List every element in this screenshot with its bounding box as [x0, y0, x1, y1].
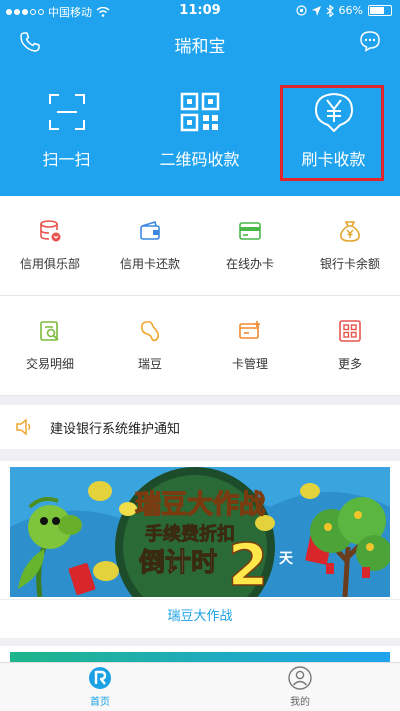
- ruidou-button[interactable]: 瑞豆: [100, 296, 200, 395]
- ruidou-label: 瑞豆: [137, 357, 162, 371]
- highlight-box: [280, 85, 384, 181]
- bean-icon: [141, 320, 160, 342]
- database-icon: [40, 220, 61, 242]
- credit-club-button[interactable]: 信用俱乐部: [0, 196, 100, 295]
- credit-repayment-button[interactable]: 信用卡还款: [100, 196, 200, 295]
- chat-icon[interactable]: [358, 29, 382, 53]
- transactions-label: 交易明细: [25, 357, 74, 371]
- qr-code-icon: [180, 92, 219, 132]
- card-management-label: 卡管理: [231, 357, 268, 371]
- more-button[interactable]: 更多: [300, 296, 400, 395]
- banner-line2: 倒计时: [138, 548, 217, 578]
- credit-repayment-label: 信用卡还款: [119, 257, 180, 271]
- banner-days: 2: [228, 531, 268, 597]
- feature-row: 信用俱乐部 信用卡还款 在线办卡 银行卡余额: [0, 196, 400, 296]
- feature-grid: 信用俱乐部 信用卡还款 在线办卡 银行卡余额 交易明细 瑞豆 卡管理 更多: [0, 196, 400, 396]
- apply-card-button[interactable]: 在线办卡: [200, 196, 300, 295]
- transactions-button[interactable]: 交易明细: [0, 296, 100, 395]
- tab-home[interactable]: 首页: [0, 663, 200, 711]
- qr-payment-label: 二维码收款: [159, 150, 240, 169]
- tab-bar: 首页 我的: [0, 662, 400, 711]
- tab-mine[interactable]: 我的: [200, 663, 400, 711]
- wallet-icon: [140, 220, 160, 240]
- hero-panel: 中国移动 11:09 66% 瑞和宝 扫一扫 二维码收款 刷卡收款: [0, 0, 400, 196]
- battery-percent: 66%: [338, 4, 363, 17]
- apply-card-label: 在线办卡: [225, 257, 274, 271]
- tab-home-label: 首页: [90, 697, 110, 708]
- location-icon: [311, 5, 321, 16]
- promo-artwork: 瑞豆大作战 手续费折扣 倒计时 2 天: [10, 467, 390, 597]
- rotation-lock-icon: [295, 5, 307, 16]
- more-label: 更多: [337, 357, 362, 371]
- promo-card: 瑞豆大作战 手续费折扣 倒计时 2 天 瑞豆大作战: [0, 461, 400, 638]
- card-add-icon: [239, 321, 260, 339]
- banner-line1: 手续费折扣: [145, 523, 235, 545]
- battery-icon: [368, 5, 392, 16]
- promo-banner[interactable]: 瑞豆大作战 手续费折扣 倒计时 2 天: [10, 467, 390, 597]
- page-title: 瑞和宝: [174, 37, 226, 57]
- banner-caption[interactable]: 瑞豆大作战: [0, 599, 400, 633]
- user-icon: [288, 666, 312, 690]
- grid-more-icon: [339, 320, 361, 342]
- scan-label: 扫一扫: [42, 150, 91, 169]
- home-r-icon: [89, 667, 111, 689]
- scan-button[interactable]: 扫一扫: [0, 92, 133, 170]
- credit-club-label: 信用俱乐部: [19, 257, 80, 271]
- notice-bar[interactable]: 建设银行系统维护通知: [0, 405, 400, 449]
- card-management-button[interactable]: 卡管理: [200, 296, 300, 395]
- receipt-search-icon: [40, 321, 59, 341]
- qr-payment-button[interactable]: 二维码收款: [133, 92, 266, 170]
- bluetooth-icon: [326, 4, 334, 17]
- bank-balance-button[interactable]: 银行卡余额: [300, 196, 400, 295]
- banner-days-unit: 天: [279, 551, 294, 567]
- feature-row: 交易明细 瑞豆 卡管理 更多: [0, 296, 400, 396]
- notice-text: 建设银行系统维护通知: [50, 421, 181, 437]
- status-bar: 中国移动 11:09 66%: [0, 0, 400, 22]
- scan-icon: [48, 94, 85, 130]
- speaker-icon: [16, 418, 31, 436]
- banner-title: 瑞豆大作战: [135, 490, 265, 520]
- bank-balance-label: 银行卡余额: [319, 257, 380, 271]
- money-bag-icon: [340, 221, 360, 242]
- card-icon: [239, 222, 261, 240]
- tab-mine-label: 我的: [290, 697, 310, 708]
